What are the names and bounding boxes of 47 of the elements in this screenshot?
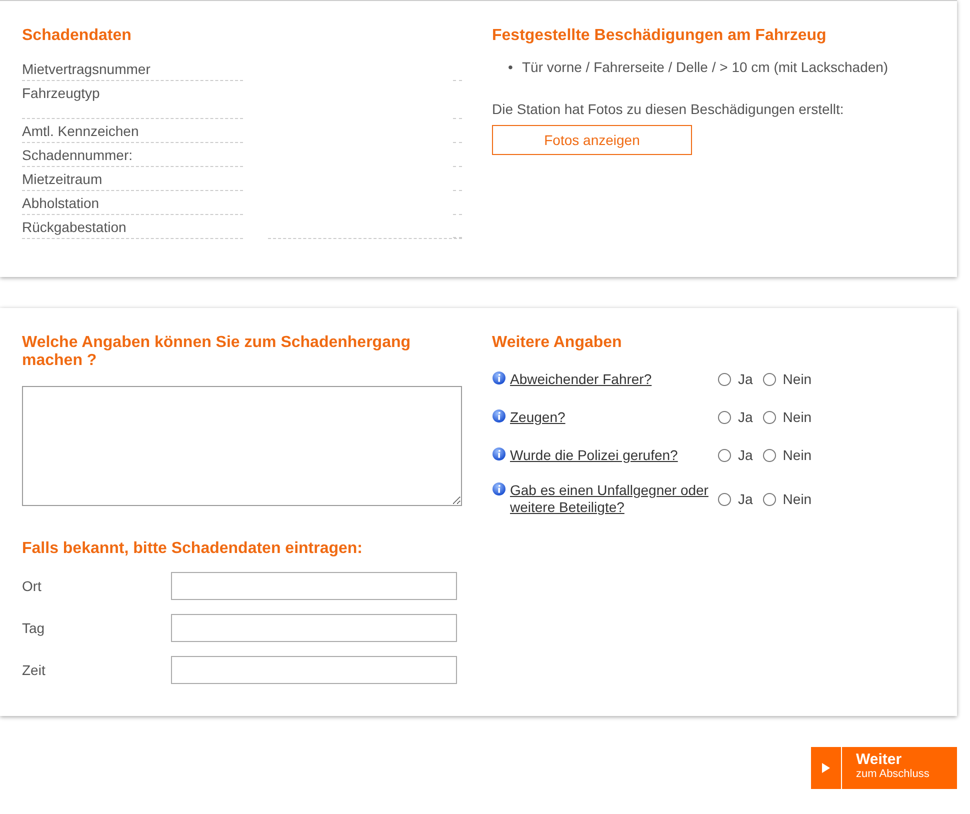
question-link[interactable]: Abweichender Fahrer? bbox=[510, 370, 652, 388]
option-label: Ja bbox=[738, 447, 753, 463]
option-label: Nein bbox=[782, 491, 812, 507]
option-label: Nein bbox=[782, 371, 812, 387]
info-icon[interactable] bbox=[492, 482, 506, 496]
radio-button[interactable] bbox=[718, 448, 731, 462]
radio-button[interactable] bbox=[718, 410, 731, 424]
info-icon[interactable] bbox=[492, 408, 506, 422]
description-field[interactable] bbox=[22, 386, 462, 506]
section-title: Schadendaten bbox=[22, 27, 132, 45]
field-label: Fahrzeugtyp bbox=[22, 81, 243, 119]
question-link[interactable]: Gab es einen Unfallgegner oder weitere Beteiligte? bbox=[510, 482, 716, 516]
field-label: Mietzeitraum bbox=[22, 167, 243, 191]
section-title: Festgestellte Beschädigungen am Fahrzeug bbox=[492, 27, 828, 45]
question-link[interactable]: Wurde die Polizei gerufen? bbox=[510, 446, 678, 464]
question-link[interactable]: Zeugen? bbox=[510, 408, 566, 426]
photo-note: Die Station hat Fotos zu diesen Beschädigungen erstellt: bbox=[492, 101, 845, 117]
section-title: Welche Angaben können Sie zum Schadenhergang machen ? bbox=[22, 334, 412, 370]
info-icon[interactable] bbox=[492, 446, 506, 460]
field-label: Mietvertragsnummer bbox=[22, 57, 243, 81]
bullet: • bbox=[508, 59, 514, 75]
field-label: Amtl. Kennzeichen bbox=[22, 119, 243, 143]
radio-button[interactable] bbox=[762, 410, 776, 424]
radio-button[interactable] bbox=[762, 372, 776, 386]
field-label: Tag bbox=[22, 620, 46, 636]
option-label: Ja bbox=[738, 371, 753, 387]
field-label: Abholstation bbox=[22, 191, 243, 215]
option-label: Ja bbox=[738, 491, 753, 507]
field-label: Rückgabestation bbox=[22, 215, 243, 239]
input-field[interactable] bbox=[171, 614, 457, 642]
field-label: Zeit bbox=[22, 662, 46, 678]
radio-button[interactable] bbox=[718, 372, 731, 386]
radio-button[interactable] bbox=[718, 492, 731, 506]
radio-button[interactable] bbox=[762, 492, 776, 506]
play-icon bbox=[822, 763, 830, 773]
damage-item: Tür vorne / Fahrerseite / Delle / > 10 cm (mit Lackschaden) bbox=[522, 59, 888, 75]
input-field[interactable] bbox=[171, 656, 457, 684]
field-label: Schadennummer: bbox=[22, 143, 243, 167]
input-field[interactable] bbox=[171, 572, 457, 600]
info-icon[interactable] bbox=[492, 370, 506, 384]
section-title: Weitere Angaben bbox=[492, 334, 623, 352]
option-label: Ja bbox=[738, 409, 753, 425]
field-label: Ort bbox=[22, 578, 42, 594]
option-label: Nein bbox=[782, 409, 812, 425]
section-title: Falls bekannt, bitte Schadendaten eintragen: bbox=[22, 540, 364, 558]
option-label: Nein bbox=[782, 447, 812, 463]
radio-button[interactable] bbox=[762, 448, 776, 462]
